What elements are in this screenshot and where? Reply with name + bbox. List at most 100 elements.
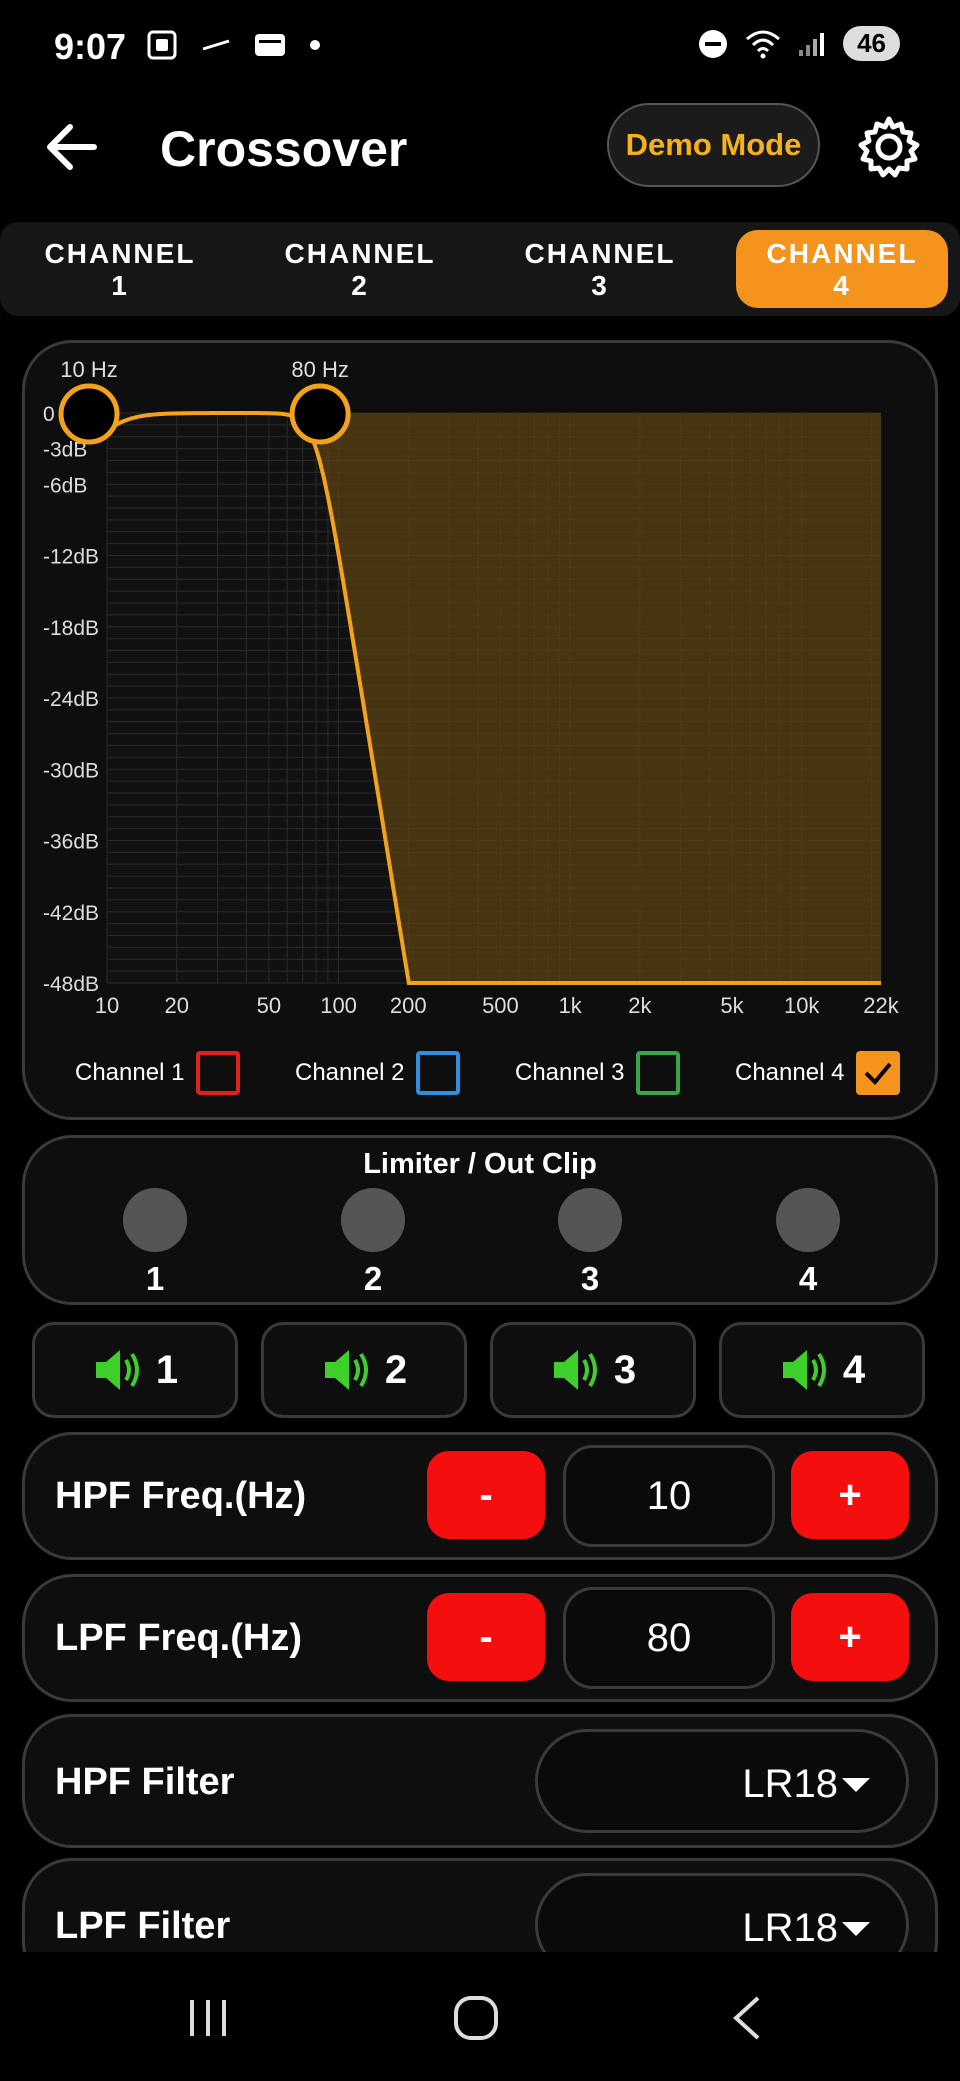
- limiter-led-4: [776, 1188, 840, 1252]
- lpf-freq-row: LPF Freq.(Hz) - 80 +: [22, 1574, 938, 1702]
- lpf-filter-label: LPF Filter: [55, 1905, 231, 1947]
- channel-legend: Channel 1 Channel 2 Channel 3 Channel 4: [25, 1043, 935, 1103]
- screenshot-icon: [147, 30, 177, 60]
- mute-button-4[interactable]: 4: [719, 1322, 925, 1418]
- gear-icon[interactable]: [855, 113, 923, 181]
- app-header: Crossover Demo Mode: [0, 95, 960, 205]
- legend-label: Channel 3: [515, 1059, 625, 1086]
- home-icon[interactable]: [452, 1994, 500, 2042]
- hpf-freq-value[interactable]: 10: [563, 1445, 775, 1547]
- y-tick-label: -12dB: [43, 546, 99, 569]
- y-tick-label: -18dB: [43, 617, 99, 640]
- legend-label: Channel 2: [295, 1059, 405, 1086]
- tab-channel-2[interactable]: CHANNEL 2: [254, 230, 466, 308]
- legend-channel-3[interactable]: Channel 3: [515, 1051, 681, 1095]
- limiter-led-3: [558, 1188, 622, 1252]
- limiter-label: 4: [798, 1260, 818, 1297]
- tab-label-line2: 3: [591, 270, 609, 301]
- tab-label-line1: CHANNEL: [44, 238, 196, 269]
- hpf-filter-value: LR18: [742, 1762, 838, 1806]
- tab-label-line2: 1: [111, 270, 129, 301]
- dot-icon: [310, 40, 320, 50]
- dropdown-arrow-icon: [842, 1778, 870, 1792]
- y-tick-label: -30dB: [43, 759, 99, 782]
- hpf-freq-row: HPF Freq.(Hz) - 10 +: [22, 1432, 938, 1560]
- mute-button-2[interactable]: 2: [261, 1322, 467, 1418]
- y-tick-label: -24dB: [43, 688, 99, 711]
- x-tick-label: 5k: [720, 993, 744, 1018]
- limiter-title: Limiter / Out Clip: [363, 1148, 597, 1180]
- limiter-label: 3: [580, 1260, 600, 1297]
- legend-label: Channel 4: [735, 1059, 845, 1086]
- dropdown-arrow-icon: [842, 1922, 870, 1936]
- y-tick-label: -6dB: [43, 474, 87, 497]
- channel-tabs: CHANNEL 1 CHANNEL 2 CHANNEL 3 CHANNEL 4: [0, 222, 960, 316]
- limiter-label: 2: [363, 1260, 383, 1297]
- y-tick-label: -48dB: [43, 973, 99, 996]
- lpf-freq-decrement-button[interactable]: -: [427, 1593, 545, 1681]
- x-tick-label: 10k: [784, 993, 820, 1018]
- wifi-icon: [746, 30, 781, 58]
- lpf-freq-label: LPF Freq.(Hz): [55, 1617, 302, 1659]
- x-tick-label: 1k: [559, 993, 583, 1018]
- back-arrow-icon[interactable]: [42, 117, 102, 177]
- mute-button-1[interactable]: 1: [32, 1322, 238, 1418]
- lpf-freq-value[interactable]: 80: [563, 1587, 775, 1689]
- tab-channel-1[interactable]: CHANNEL 1: [14, 230, 226, 308]
- legend-label: Channel 1: [75, 1059, 185, 1086]
- tab-label-line1: CHANNEL: [766, 238, 918, 269]
- crossover-graph[interactable]: 0-3dB-6dB-12dB-18dB-24dB-30dB-36dB-42dB-…: [25, 343, 938, 1043]
- page-title: Crossover: [160, 121, 408, 177]
- legend-checkbox[interactable]: [196, 1051, 241, 1095]
- crossover-graph-panel: 0 -3dB -6dB -12dB -18dB -24dB -30dB -36dB -42dB -…: [22, 340, 938, 1120]
- lpf-marker-label: 80 Hz: [291, 357, 348, 382]
- hpf-filter-select[interactable]: LR18: [535, 1729, 909, 1833]
- tab-channel-4[interactable]: CHANNEL 4: [736, 230, 948, 308]
- navigation-bar: [0, 1952, 960, 2081]
- x-tick-label: 20: [164, 993, 188, 1018]
- x-tick-label: 50: [257, 993, 281, 1018]
- signal-icon: [799, 32, 825, 56]
- tab-label-line2: 2: [351, 270, 369, 301]
- legend-channel-2[interactable]: Channel 2: [295, 1051, 461, 1095]
- limiter-panel: Limiter / Out Clip 1 2 3 4: [22, 1135, 938, 1305]
- hpf-filter-label: HPF Filter: [55, 1761, 235, 1803]
- back-icon[interactable]: [728, 1994, 764, 2042]
- tab-channel-3[interactable]: CHANNEL 3: [494, 230, 706, 308]
- hpf-freq-decrement-button[interactable]: -: [427, 1451, 545, 1539]
- y-tick-label: -42dB: [43, 902, 99, 925]
- demo-mode-button[interactable]: Demo Mode: [607, 103, 820, 187]
- lpf-marker-handle[interactable]: [289, 383, 351, 445]
- hpf-marker-handle[interactable]: [58, 383, 120, 445]
- x-tick-label: 10: [95, 993, 119, 1018]
- legend-checkbox[interactable]: [636, 1051, 681, 1095]
- stopband-fill: [316, 413, 881, 983]
- tab-label-line1: CHANNEL: [284, 238, 436, 269]
- checkmark-icon: [865, 1062, 892, 1085]
- status-system-icons: 46: [697, 26, 900, 61]
- x-tick-label: 200: [390, 993, 427, 1018]
- legend-checkbox[interactable]: [416, 1051, 461, 1095]
- recent-apps-icon[interactable]: [186, 1996, 230, 2040]
- hpf-filter-row: HPF Filter LR18: [22, 1714, 938, 1848]
- x-tick-label: 500: [482, 993, 519, 1018]
- mute-button-3[interactable]: 3: [490, 1322, 696, 1418]
- mute-label: 4: [842, 1347, 866, 1392]
- speaker-icon: [553, 1350, 597, 1390]
- legend-channel-1[interactable]: Channel 1: [75, 1051, 241, 1095]
- lpf-freq-increment-button[interactable]: +: [791, 1593, 909, 1681]
- hpf-freq-increment-button[interactable]: +: [791, 1451, 909, 1539]
- x-tick-label: 2k: [628, 993, 652, 1018]
- mute-label: 3: [613, 1347, 637, 1392]
- y-tick-label: -36dB: [43, 831, 99, 854]
- speaker-icon: [324, 1350, 368, 1390]
- status-bar: 9:07 46: [0, 0, 960, 90]
- status-notification-icons: [145, 28, 321, 62]
- limiter-led-2: [341, 1188, 405, 1252]
- y-tick-label: 0: [43, 403, 55, 426]
- link-icon: [202, 39, 230, 51]
- limiter-led-1: [123, 1188, 187, 1252]
- legend-channel-4[interactable]: Channel 4: [735, 1051, 901, 1095]
- legend-checkbox-checked[interactable]: [856, 1051, 901, 1095]
- mute-label: 2: [384, 1347, 408, 1392]
